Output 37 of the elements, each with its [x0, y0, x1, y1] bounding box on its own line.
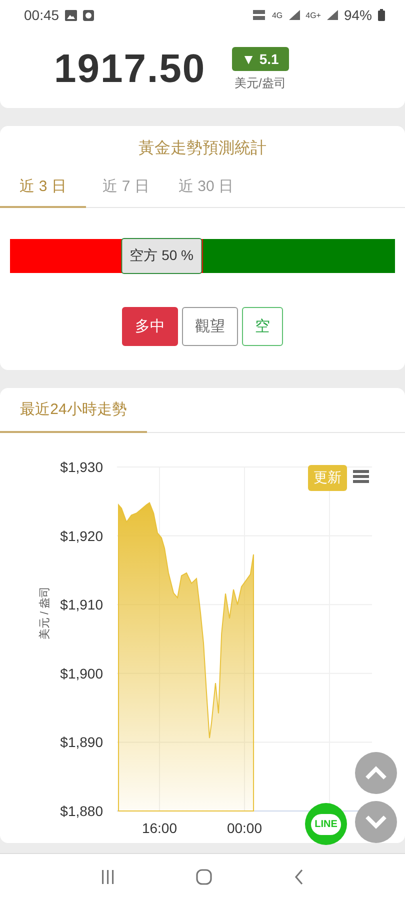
price-change-badge: ▼ 5.1	[232, 46, 289, 70]
refresh-button[interactable]: 更新	[308, 465, 347, 491]
price-unit: 美元/盎司	[234, 74, 286, 92]
gallery-icon	[65, 10, 78, 20]
y-axis-label: $1,900	[60, 665, 103, 682]
clock-icon	[83, 10, 94, 20]
y-axis-label: $1,930	[60, 459, 103, 475]
price-value: 1917.50	[54, 46, 206, 92]
y-axis-label: $1,910	[60, 596, 103, 613]
y-axis-label: $1,880	[60, 803, 103, 819]
recent-apps-icon[interactable]	[100, 870, 115, 884]
back-icon[interactable]	[294, 869, 304, 885]
x-axis-label: 16:00	[142, 820, 178, 836]
x-axis-label: 00:00	[226, 820, 262, 836]
network-label: 4G	[272, 10, 283, 20]
vote-button[interactable]: 空	[242, 307, 283, 346]
home-icon[interactable]	[196, 869, 212, 885]
network-label: 4G+	[306, 10, 321, 20]
battery-icon	[378, 9, 385, 21]
chevron-down-icon	[365, 815, 387, 829]
period-tab[interactable]: 近 3 日	[0, 167, 86, 208]
battery-percent: 94%	[344, 7, 372, 23]
signal-icon	[326, 10, 338, 20]
period-tab[interactable]: 近 30 日	[166, 167, 246, 208]
vote-button[interactable]: 觀望	[182, 307, 238, 346]
clock: 00:45	[24, 7, 60, 23]
y-axis-label: $1,890	[60, 734, 103, 750]
trend-tab[interactable]: 最近24小時走勢	[0, 388, 147, 433]
ratio-tooltip: 空方 50 %	[120, 238, 202, 274]
y-axis-title: 美元 / 盎司	[39, 586, 51, 640]
menu-icon[interactable]	[353, 470, 369, 483]
period-tab[interactable]: 近 7 日	[86, 167, 166, 208]
vote-button[interactable]: 多中	[122, 307, 178, 346]
signal-icon	[288, 10, 300, 20]
y-axis-label: $1,920	[60, 528, 103, 544]
forecast-title: 黃金走勢預測統計	[138, 138, 268, 159]
chevron-up-icon	[365, 766, 387, 780]
